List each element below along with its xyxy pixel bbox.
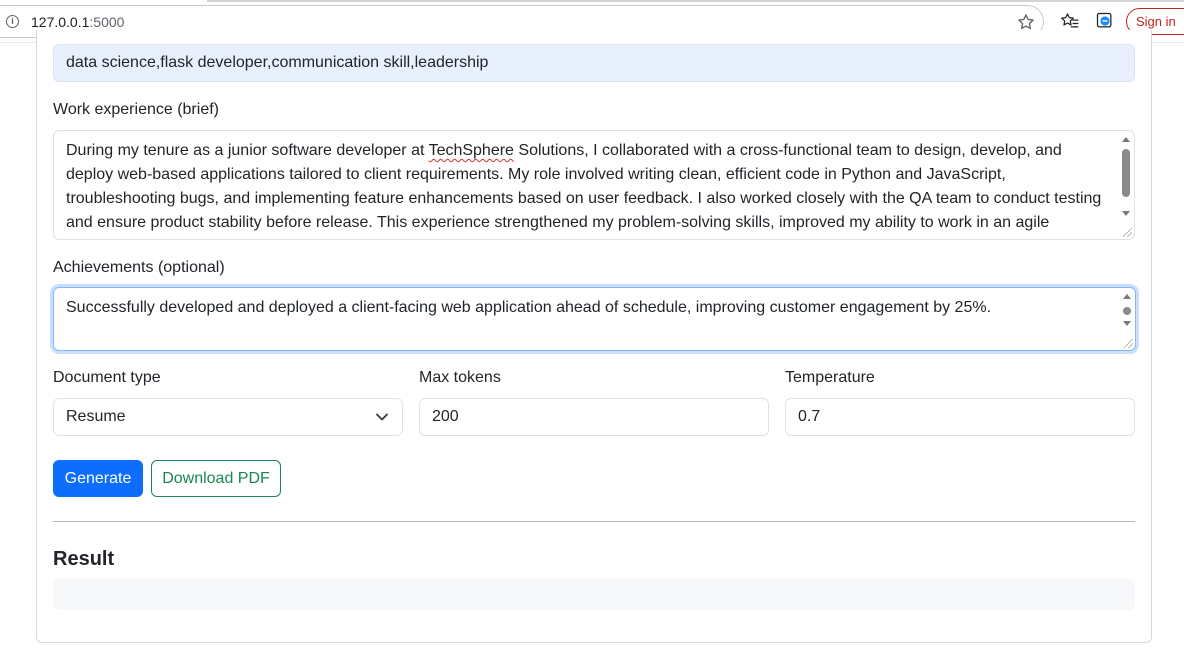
site-info-icon[interactable]: i (6, 15, 19, 28)
section-divider (53, 521, 1135, 522)
document-type-select[interactable]: Resume (53, 398, 403, 436)
download-pdf-button[interactable]: Download PDF (151, 460, 281, 497)
result-heading: Result (53, 548, 115, 570)
scroll-down-arrow-icon[interactable] (1122, 211, 1130, 216)
result-output (53, 579, 1135, 610)
skills-input[interactable]: data science,flask developer,communicati… (53, 44, 1135, 82)
achievements-scrollbar[interactable] (1121, 292, 1133, 334)
work-scrollbar[interactable] (1120, 135, 1132, 225)
achievements-textarea[interactable]: Successfully developed and deployed a cl… (53, 287, 1136, 351)
work-experience-label: Work experience (brief) (53, 101, 219, 118)
scroll-thumb[interactable] (1122, 149, 1130, 197)
temperature-label: Temperature (785, 369, 875, 386)
scroll-down-arrow-icon[interactable] (1123, 321, 1131, 326)
max-tokens-label: Max tokens (419, 369, 501, 386)
scroll-up-arrow-icon[interactable] (1122, 137, 1130, 142)
document-type-label: Document type (53, 369, 161, 386)
scroll-thumb[interactable] (1123, 307, 1131, 315)
bookmark-star-icon[interactable] (1016, 12, 1036, 32)
resize-grip-icon[interactable] (1123, 228, 1132, 237)
url-text[interactable]: 127.0.0.1:5000 (31, 14, 124, 30)
achievements-label: Achievements (optional) (53, 259, 225, 276)
spellcheck-word: TechSphere (428, 142, 514, 159)
chevron-down-icon (376, 413, 388, 421)
tab-strip-edge (207, 0, 1184, 2)
achievements-text: Successfully developed and deployed a cl… (66, 299, 992, 316)
temperature-input[interactable]: 0.7 (785, 398, 1135, 436)
work-experience-textarea[interactable]: During my tenure as a junior software de… (53, 130, 1135, 240)
work-text-pre: During my tenure as a junior software de… (66, 142, 429, 159)
url-port: :5000 (89, 14, 125, 30)
generate-button[interactable]: Generate (53, 460, 143, 497)
max-tokens-input[interactable]: 200 (419, 398, 769, 436)
document-type-value: Resume (66, 408, 126, 425)
favorites-icon[interactable] (1060, 11, 1080, 31)
scroll-up-arrow-icon[interactable] (1123, 294, 1131, 299)
collections-icon[interactable] (1095, 11, 1115, 31)
resize-grip-icon[interactable] (1124, 339, 1133, 348)
url-host: 127.0.0.1 (31, 14, 90, 30)
